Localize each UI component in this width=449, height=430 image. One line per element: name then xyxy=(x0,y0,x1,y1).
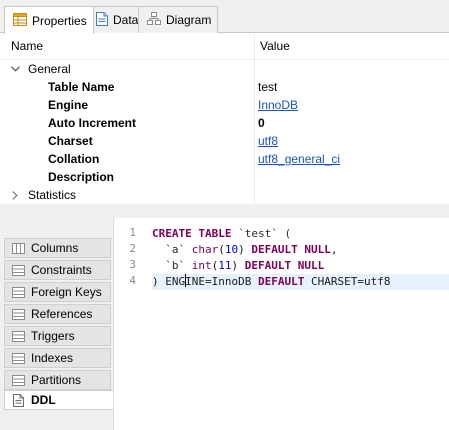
tab-diagram[interactable]: Diagram xyxy=(138,6,219,33)
side-tab-label: DDL xyxy=(31,393,56,407)
property-key: Description xyxy=(48,170,115,184)
foreign-keys-icon xyxy=(11,286,25,298)
line-number: 2 xyxy=(129,242,136,255)
object-side-tabs: Columns Constraints Foreign Keys Referen… xyxy=(0,218,113,430)
code-line-1[interactable]: CREATE TABLE `test` ( xyxy=(152,226,449,242)
property-key: Charset xyxy=(48,134,93,148)
sql-text: CHARSET=utf8 xyxy=(304,275,391,288)
code-line-2[interactable]: `a` char(10) DEFAULT NULL, xyxy=(152,242,449,258)
property-value-link[interactable]: utf8_general_ci xyxy=(258,150,340,168)
group-general[interactable]: General xyxy=(0,60,449,78)
side-tab-label: Constraints xyxy=(31,263,92,277)
punct: , xyxy=(330,243,338,256)
sql-type: int xyxy=(185,259,212,272)
tab-label: Data xyxy=(113,13,139,27)
property-row-table-name[interactable]: Table Name test xyxy=(0,78,449,96)
property-value-link[interactable]: utf8 xyxy=(258,132,278,150)
ddl-code-editor[interactable]: 1 2 3 4 CREATE TABLE `test` ( `a` char(1… xyxy=(113,218,449,430)
punct: ) xyxy=(152,275,166,288)
sql-word: INE xyxy=(185,275,205,288)
property-row-auto-increment[interactable]: Auto Increment 0 xyxy=(0,114,449,132)
side-tab-triggers[interactable]: Triggers xyxy=(4,326,111,346)
sql-keyword: DEFAULT xyxy=(257,275,305,288)
ddl-document-icon xyxy=(11,393,25,407)
side-tab-label: Foreign Keys xyxy=(31,285,102,299)
property-row-collation[interactable]: Collation utf8_general_ci xyxy=(0,150,449,168)
column-header-name[interactable]: Name xyxy=(11,34,43,59)
properties-table-icon xyxy=(13,12,27,29)
sql-text: =InnoDB xyxy=(205,275,258,288)
sql-keyword: DEFAULT NULL xyxy=(251,243,331,256)
side-tab-constraints[interactable]: Constraints xyxy=(4,260,111,280)
property-row-charset[interactable]: Charset utf8 xyxy=(0,132,449,150)
sql-word: ENG xyxy=(165,275,186,288)
side-tab-indexes[interactable]: Indexes xyxy=(4,348,111,368)
constraints-icon xyxy=(11,264,25,276)
property-key: Collation xyxy=(48,152,100,166)
property-key: Auto Increment xyxy=(48,116,137,130)
references-icon xyxy=(11,308,25,320)
property-value[interactable]: test xyxy=(258,78,277,96)
tab-properties[interactable]: Properties xyxy=(4,6,94,34)
sql-type: char xyxy=(185,243,219,256)
side-tab-label: Indexes xyxy=(31,351,74,365)
sql-keyword: DEFAULT NULL xyxy=(244,259,325,272)
line-number: 3 xyxy=(129,258,136,271)
partitions-icon xyxy=(11,374,25,386)
chevron-right-icon[interactable] xyxy=(9,186,21,204)
editor-tab-bar: Properties Data Diagram xyxy=(0,0,449,34)
punct: ) xyxy=(238,243,252,256)
panel-splitter[interactable] xyxy=(0,204,449,218)
tab-label: Properties xyxy=(32,13,87,28)
data-sheet-icon xyxy=(96,11,108,29)
line-number-gutter: 1 2 3 4 xyxy=(114,218,144,430)
side-tab-label: Partitions xyxy=(31,373,82,387)
side-tab-partitions[interactable]: Partitions xyxy=(4,370,111,390)
indexes-icon xyxy=(11,352,25,364)
chevron-down-icon[interactable] xyxy=(9,60,21,78)
property-key: Table Name xyxy=(48,80,115,94)
punct: ( xyxy=(218,243,225,256)
side-tab-label: Columns xyxy=(31,241,79,255)
tab-label: Diagram xyxy=(166,13,212,27)
property-key: Engine xyxy=(48,98,89,112)
property-value[interactable]: 0 xyxy=(258,114,265,132)
property-value-link[interactable]: InnoDB xyxy=(258,96,298,114)
side-tab-foreign-keys[interactable]: Foreign Keys xyxy=(4,282,111,302)
group-label: General xyxy=(28,62,71,76)
sql-number: 11 xyxy=(218,259,232,272)
code-line-3[interactable]: `b` int(11) DEFAULT NULL xyxy=(152,258,449,274)
line-number: 4 xyxy=(129,274,136,287)
group-statistics[interactable]: Statistics xyxy=(0,186,449,204)
triggers-icon xyxy=(11,330,25,342)
sql-keyword: CREATE TABLE xyxy=(152,227,232,240)
side-tab-label: References xyxy=(31,307,93,321)
line-number: 1 xyxy=(129,226,136,239)
code-line-4[interactable]: ) ENGINE=InnoDB DEFAULT CHARSET=utf8 xyxy=(152,274,449,290)
column-header-value[interactable]: Value xyxy=(260,34,290,59)
properties-tree-table: Name Value General Table Name test Engin… xyxy=(0,34,449,204)
sql-number: 10 xyxy=(224,243,239,256)
side-tab-ddl[interactable]: DDL xyxy=(4,390,113,410)
punct: ) xyxy=(231,259,245,272)
sql-identifier: `b` xyxy=(165,259,186,272)
side-tab-label: Triggers xyxy=(31,329,75,343)
columns-icon xyxy=(11,242,25,254)
tab-data[interactable]: Data xyxy=(87,6,146,33)
property-row-description[interactable]: Description xyxy=(0,168,449,186)
side-tab-columns[interactable]: Columns xyxy=(4,238,111,258)
sql-identifier: `test` ( xyxy=(231,227,292,240)
group-label: Statistics xyxy=(28,188,77,202)
diagram-icon xyxy=(147,12,161,28)
property-row-engine[interactable]: Engine InnoDB xyxy=(0,96,449,114)
sql-identifier: `a` xyxy=(165,243,186,256)
side-tab-references[interactable]: References xyxy=(4,304,111,324)
